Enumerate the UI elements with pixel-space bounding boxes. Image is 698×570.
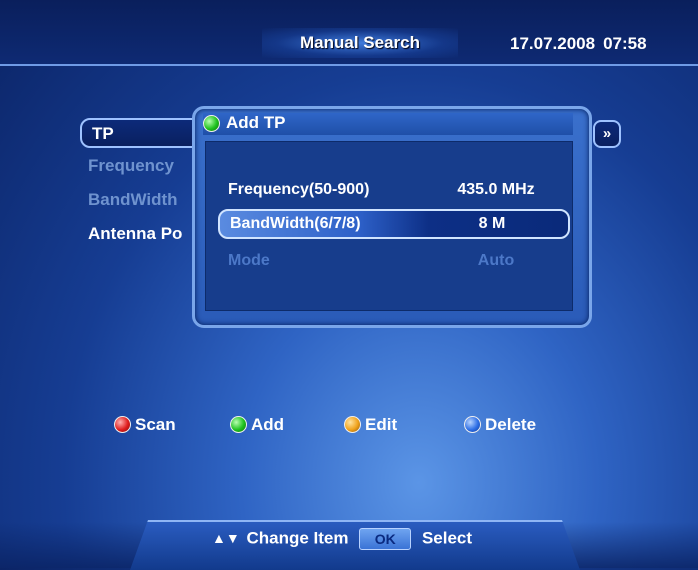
bandwidth-value[interactable]: 8 M xyxy=(432,211,552,237)
next-arrow-icon[interactable]: » xyxy=(593,120,621,148)
mode-value: Auto xyxy=(477,252,515,269)
mode-label: Mode xyxy=(228,252,270,269)
delete-label: Delete xyxy=(485,414,537,434)
dialog-header: Add TP xyxy=(203,113,573,135)
delete-button[interactable]: Delete xyxy=(460,414,536,435)
green-dot-icon xyxy=(230,416,247,434)
change-item-hint: Change Item xyxy=(246,528,349,548)
dialog-title: Add TP xyxy=(226,113,286,132)
menu-item-tp-label: TP xyxy=(92,124,114,143)
green-dot-icon xyxy=(203,114,220,132)
select-hint: Select xyxy=(421,528,473,548)
red-dot-icon xyxy=(114,416,131,434)
field-row-frequency[interactable]: Frequency(50-900) 435.0 MHz xyxy=(216,176,556,204)
datetime: 17.07.2008 07:58 xyxy=(510,34,655,54)
field-row-bandwidth[interactable]: BandWidth(6/7/8) 8 M xyxy=(218,209,570,239)
page-title: Manual Search xyxy=(262,28,458,58)
up-down-arrow-icon: ▲▼ xyxy=(212,530,240,547)
bandwidth-label: BandWidth(6/7/8) xyxy=(230,215,361,232)
edit-button[interactable]: Edit xyxy=(340,414,397,435)
time-text: 07:58 xyxy=(603,34,647,53)
scan-button[interactable]: Scan xyxy=(110,414,176,435)
frequency-value[interactable]: 435.0 MHz xyxy=(436,176,556,204)
add-button[interactable]: Add xyxy=(226,414,284,435)
menu-item-bandwidth[interactable]: BandWidth xyxy=(88,190,178,210)
scan-label: Scan xyxy=(135,414,176,434)
ok-button[interactable]: OK xyxy=(359,528,412,550)
footer-hints: ▲▼ Change Item OK Select xyxy=(212,528,472,550)
field-row-mode: Mode Auto xyxy=(216,247,556,275)
orange-dot-icon xyxy=(344,416,361,434)
add-tp-dialog: Add TP Frequency(50-900) 435.0 MHz BandW… xyxy=(192,106,592,328)
edit-label: Edit xyxy=(365,414,398,434)
add-label: Add xyxy=(251,414,285,434)
frequency-label: Frequency(50-900) xyxy=(228,181,370,198)
date-text: 17.07.2008 xyxy=(510,34,596,53)
color-key-bar: Scan Add Edit Delete xyxy=(0,414,698,438)
dialog-body: Frequency(50-900) 435.0 MHz BandWidth(6/… xyxy=(205,141,573,311)
menu-item-tp[interactable]: TP xyxy=(80,118,204,148)
menu-item-antenna-power[interactable]: Antenna Po xyxy=(88,224,182,244)
blue-dot-icon xyxy=(464,416,481,434)
menu-item-frequency[interactable]: Frequency xyxy=(88,156,174,176)
